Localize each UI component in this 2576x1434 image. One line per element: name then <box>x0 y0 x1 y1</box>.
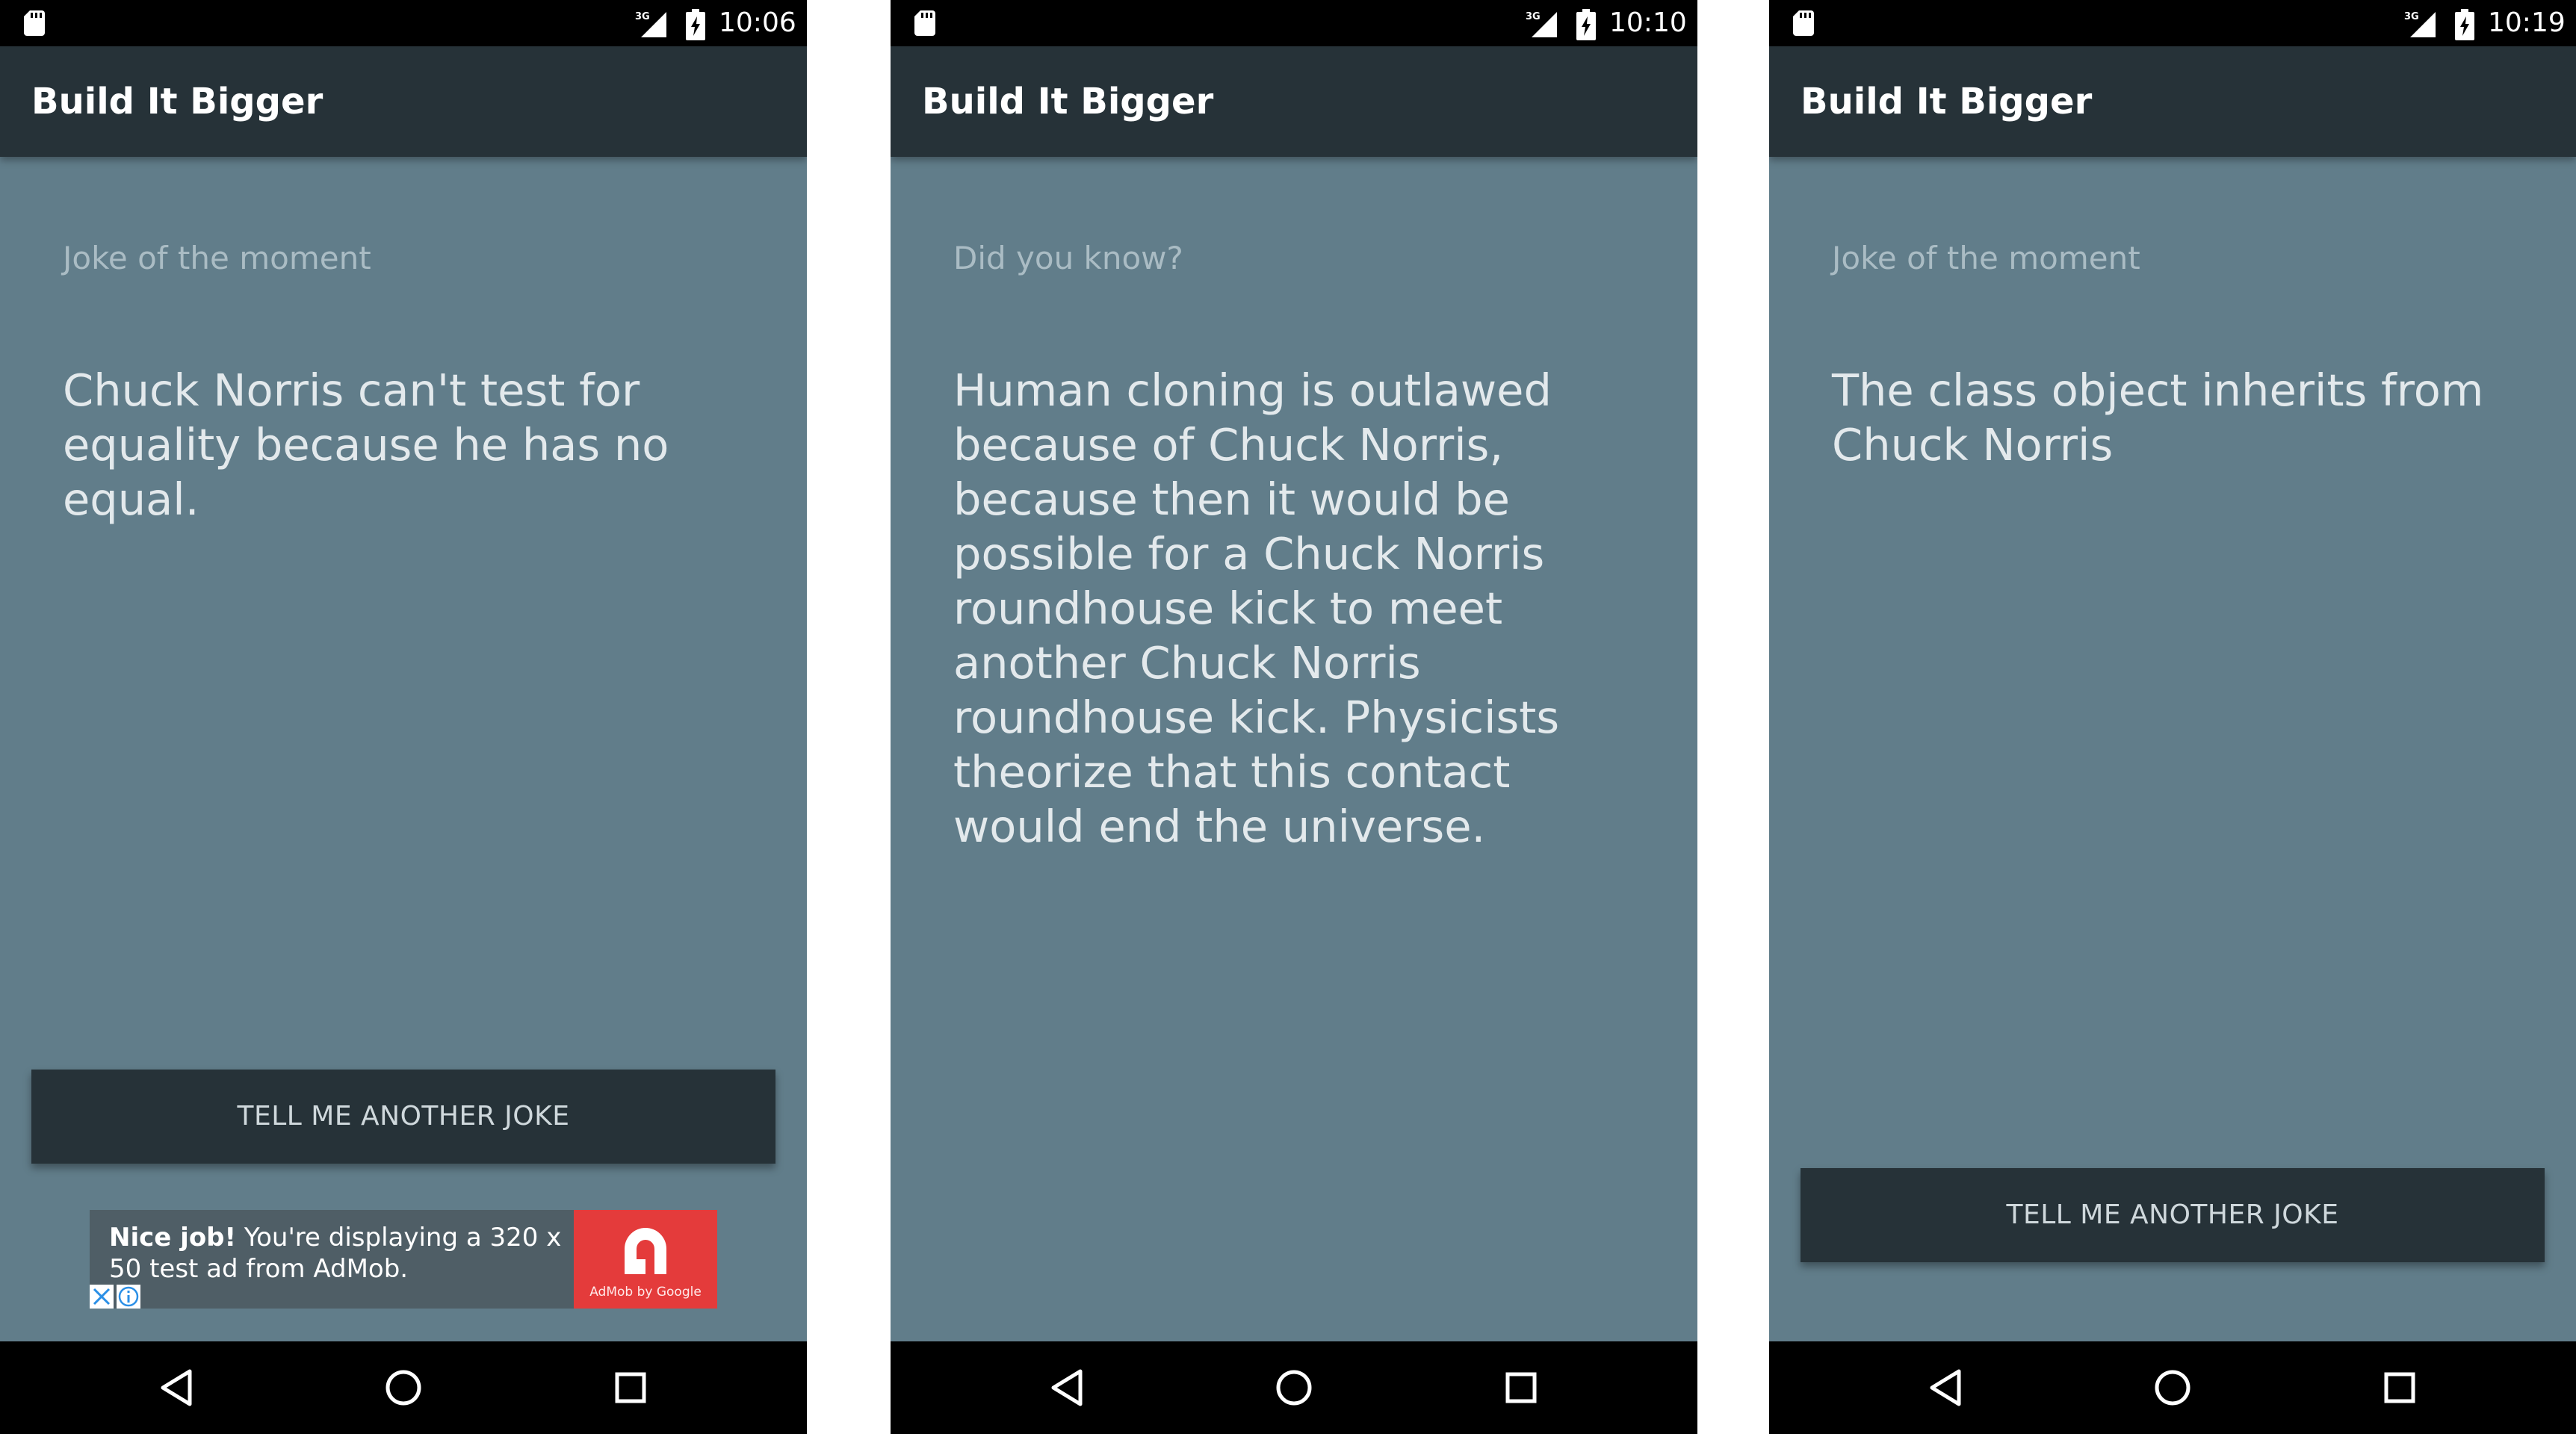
network-type-label: 3G <box>635 11 650 22</box>
status-bar: 3G 10:19 <box>1769 0 2576 46</box>
sd-card-icon <box>1793 10 1814 36</box>
app-title: Build It Bigger <box>1801 81 2093 122</box>
joke-subtitle: Joke of the moment <box>63 240 371 276</box>
app-title: Build It Bigger <box>31 81 323 122</box>
home-circle-icon[interactable] <box>2143 1358 2202 1418</box>
battery-charging-icon <box>686 9 705 40</box>
back-triangle-icon[interactable] <box>146 1358 206 1418</box>
network-type-label: 3G <box>1526 11 1541 22</box>
status-time: 10:19 <box>2488 7 2566 38</box>
tell-another-joke-button[interactable]: TELL ME ANOTHER JOKE <box>1801 1168 2545 1262</box>
app-title: Build It Bigger <box>922 81 1214 122</box>
sd-card-icon <box>24 10 45 36</box>
signal-3g-icon: 3G <box>1526 11 1557 37</box>
signal-3g-icon: 3G <box>635 11 666 37</box>
admob-logo-icon <box>625 1228 666 1274</box>
phone-screen-3: 3G 10:19 Build It Bigger Joke of the mom… <box>1769 0 2576 1434</box>
joke-text: Human cloning is outlawed because of Chu… <box>953 364 1560 852</box>
back-triangle-icon[interactable] <box>1916 1358 1975 1418</box>
sd-card-icon <box>914 10 935 36</box>
joke-text: The class object inherits from Chuck Nor… <box>1832 364 2484 471</box>
back-triangle-icon[interactable] <box>1037 1358 1097 1418</box>
recents-square-icon[interactable] <box>2370 1358 2430 1418</box>
joke-text: Chuck Norris can't test for equality bec… <box>63 364 669 525</box>
ad-close-icon[interactable] <box>90 1285 114 1309</box>
admob-logo: AdMob by Google <box>574 1210 717 1309</box>
battery-charging-icon <box>1576 9 1596 40</box>
phone-screen-1: 3G 10:06 Build It Bigger Joke of the mom… <box>0 0 807 1434</box>
ad-banner[interactable]: Nice job! You're displaying a 320 x 50 t… <box>90 1210 717 1309</box>
phone-screen-2: 3G 10:10 Build It Bigger Did you know? H… <box>891 0 1697 1434</box>
joke-subtitle: Did you know? <box>953 240 1183 276</box>
navigation-bar <box>1769 1341 2576 1434</box>
joke-subtitle: Joke of the moment <box>1832 240 2140 276</box>
admob-logo-text: AdMob by Google <box>589 1285 702 1300</box>
app-bar: Build It Bigger <box>1769 46 2576 157</box>
battery-charging-icon <box>2455 9 2474 40</box>
status-time: 10:06 <box>719 7 796 38</box>
recents-square-icon[interactable] <box>601 1358 660 1418</box>
app-bar: Build It Bigger <box>0 46 807 157</box>
status-bar: 3G 10:06 <box>0 0 807 46</box>
ad-text: Nice job! You're displaying a 320 x 50 t… <box>109 1222 587 1285</box>
home-circle-icon[interactable] <box>374 1358 433 1418</box>
signal-3g-icon: 3G <box>2404 11 2436 37</box>
app-bar: Build It Bigger <box>891 46 1697 157</box>
ad-info-icon[interactable] <box>117 1285 140 1309</box>
navigation-bar <box>0 1341 807 1434</box>
home-circle-icon[interactable] <box>1264 1358 1324 1418</box>
tell-another-joke-button[interactable]: TELL ME ANOTHER JOKE <box>31 1070 775 1164</box>
status-bar: 3G 10:10 <box>891 0 1697 46</box>
ad-headline: Nice job! <box>109 1223 237 1253</box>
status-time: 10:10 <box>1609 7 1687 38</box>
network-type-label: 3G <box>2404 11 2419 22</box>
navigation-bar <box>891 1341 1697 1434</box>
recents-square-icon[interactable] <box>1491 1358 1551 1418</box>
